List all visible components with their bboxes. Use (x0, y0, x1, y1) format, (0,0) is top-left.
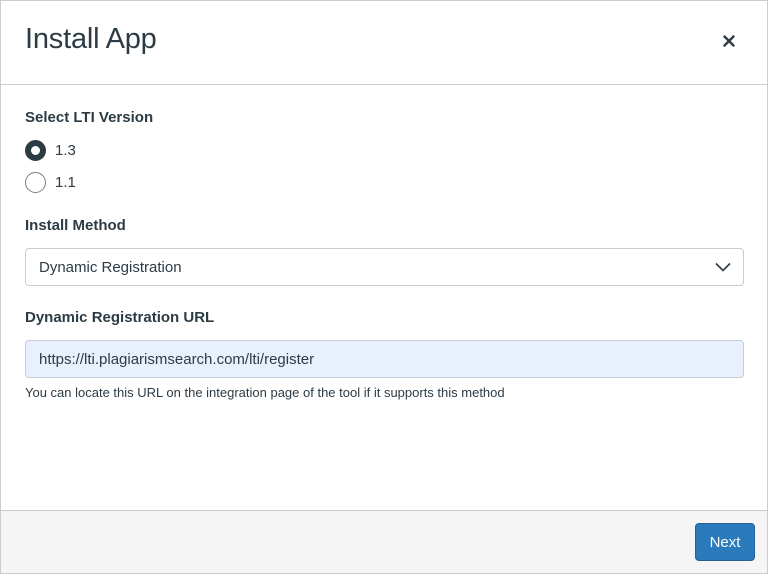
radio-button-checked[interactable] (25, 140, 46, 161)
close-icon (723, 35, 735, 47)
lti-version-label: Select LTI Version (25, 109, 154, 126)
radio-lti-1-1[interactable]: 1.1 (25, 172, 76, 193)
install-method-value: Dynamic Registration (39, 258, 182, 276)
dialog-title: Install App (25, 23, 157, 55)
radio-lti-1-3[interactable]: 1.3 (25, 140, 76, 161)
install-app-dialog: Install App Select LTI Version 1.3 1.1 I… (0, 0, 768, 574)
next-button[interactable]: Next (695, 523, 755, 561)
dialog-footer: Next (1, 510, 767, 573)
close-button[interactable] (713, 27, 745, 55)
install-method-label: Install Method (25, 217, 126, 234)
registration-url-hint: You can locate this URL on the integrati… (25, 385, 505, 400)
radio-label: 1.1 (55, 174, 76, 191)
radio-button[interactable] (25, 172, 46, 193)
chevron-down-icon (715, 262, 731, 272)
radio-label: 1.3 (55, 142, 76, 159)
registration-url-input[interactable] (25, 340, 744, 378)
dialog-header: Install App (1, 1, 767, 85)
install-method-select[interactable]: Dynamic Registration (25, 248, 744, 286)
registration-url-label: Dynamic Registration URL (25, 309, 215, 326)
